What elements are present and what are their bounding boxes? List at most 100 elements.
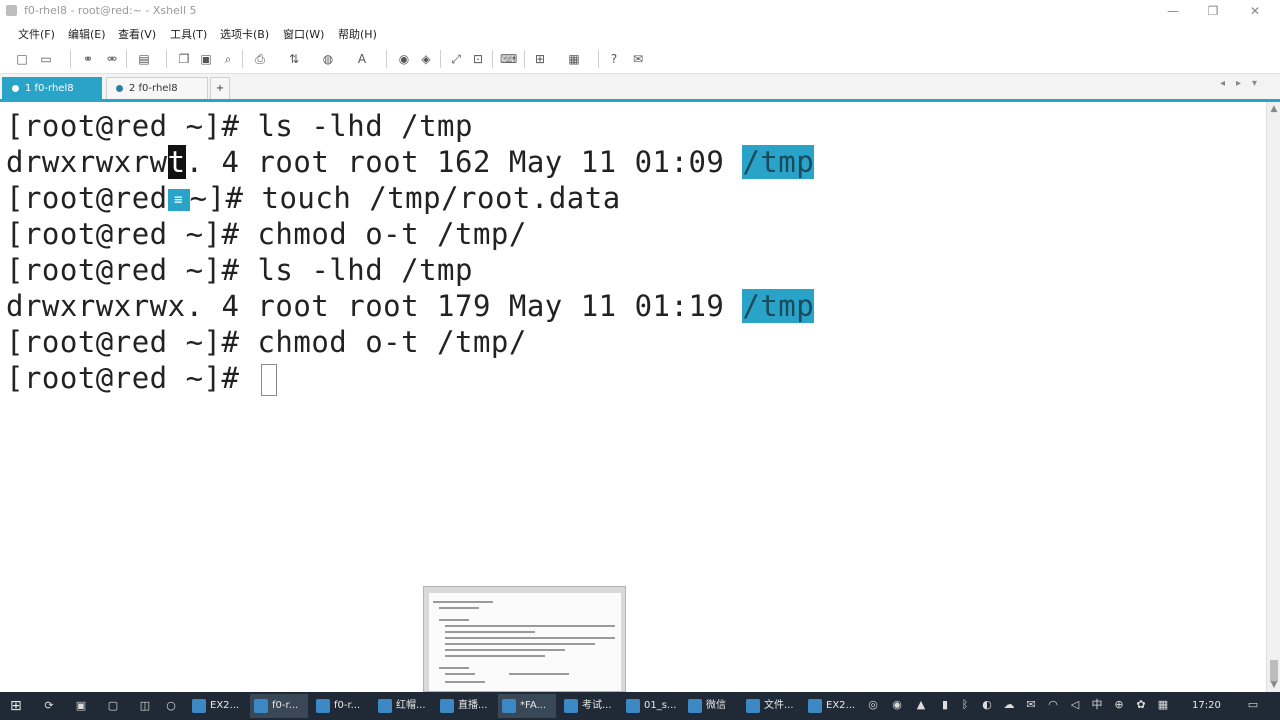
multitask-icon[interactable]: ▣ <box>74 699 88 713</box>
terminal-line: [root@red ~]# <box>6 360 278 396</box>
add-tab-button[interactable]: + <box>210 77 230 99</box>
network-icon[interactable]: ▦ <box>1156 698 1170 712</box>
tab-session-2[interactable]: 2 f0-rhel8 <box>106 77 208 99</box>
taskbar-app-button[interactable]: 红帽... <box>374 694 432 718</box>
taskbar-app-label: f0-r... <box>272 700 299 711</box>
start-button[interactable]: ⊞ <box>10 697 22 715</box>
tab-list-icon[interactable]: ▾ <box>1252 78 1257 89</box>
disconnect-icon[interactable]: ⚮ <box>104 51 120 67</box>
taskbar-app-label: 微信 <box>706 700 726 711</box>
bluetooth-icon[interactable]: ᛒ <box>958 698 972 712</box>
windows-taskbar: ⊞ ⟳ ▣ ▢ ◫ ○ EX2... f0-r... f0-r... 红帽...… <box>0 692 1280 720</box>
notes-icon[interactable]: ≡ <box>167 189 190 211</box>
taskbar-app-button[interactable]: 01_s... <box>622 694 680 718</box>
cloud-icon[interactable]: ☁ <box>1002 698 1016 712</box>
tray-app-icon[interactable]: ◉ <box>890 698 904 712</box>
volume-icon[interactable]: ◁ <box>1068 698 1082 712</box>
paste-icon[interactable]: ▣ <box>198 51 214 67</box>
open-folder-icon[interactable]: ▭ <box>38 51 54 67</box>
tray-microphone-icon[interactable]: ▮ <box>938 698 952 712</box>
script-icon[interactable]: ◈ <box>418 51 434 67</box>
tray-app-icon[interactable]: ✉ <box>1024 698 1038 712</box>
fullscreen-icon[interactable]: ⤢ <box>448 51 464 67</box>
taskbar-app-label: 文件... <box>764 700 794 711</box>
command-text: ls -lhd /tmp <box>257 253 473 287</box>
shell-prompt: [root@red ~]# <box>6 109 258 143</box>
wifi-icon[interactable]: ◠ <box>1046 698 1060 712</box>
help-icon[interactable]: ? <box>606 51 622 67</box>
lock-icon[interactable]: ⊡ <box>470 51 486 67</box>
toolbar-separator <box>492 50 493 68</box>
restore-button[interactable]: ❐ <box>1190 2 1236 20</box>
taskbar-app-button[interactable]: 微信 <box>684 694 738 718</box>
menu-window[interactable]: 窗口(W) <box>283 26 324 42</box>
new-session-icon[interactable]: □ <box>14 51 30 67</box>
terminal-line: drwxrwxrwt. 4 root root 162 May 11 01:09… <box>6 144 815 180</box>
print-icon[interactable]: ⎙ <box>252 51 268 67</box>
tray-app-icon[interactable]: ⊕ <box>1112 698 1126 712</box>
menu-help[interactable]: 帮助(H) <box>338 26 377 42</box>
tab-session-1[interactable]: 1 f0-rhel8 <box>2 77 102 99</box>
globe-icon[interactable]: ◍ <box>320 51 336 67</box>
menu-tools[interactable]: 工具(T) <box>170 26 207 42</box>
scrollbar-thumb[interactable] <box>1270 660 1278 682</box>
taskbar-app-label: 直播... <box>458 700 488 711</box>
taskbar-app-button[interactable]: 考试... <box>560 694 618 718</box>
menu-file[interactable]: 文件(F) <box>18 26 55 42</box>
tray-app-icon[interactable]: ▲ <box>914 698 928 712</box>
app-window-icon <box>192 699 206 713</box>
shell-prompt: [root@red <box>6 181 168 215</box>
tray-app-icon[interactable]: ◎ <box>866 698 880 712</box>
xftp-icon[interactable]: ◉ <box>396 51 412 67</box>
properties-icon[interactable]: ▤ <box>136 51 152 67</box>
taskbar-app-button[interactable]: f0-r... <box>250 694 308 718</box>
notification-icon[interactable]: ▭ <box>1246 698 1260 712</box>
output-text: drwxrwxrw <box>6 145 168 179</box>
tray-app-icon[interactable]: ◐ <box>980 698 994 712</box>
terminal-scrollbar[interactable]: ▲ ▼ <box>1266 102 1280 692</box>
taskbar-app-button[interactable]: *FA... <box>498 694 556 718</box>
command-text: chmod o-t /tmp/ <box>257 217 527 251</box>
tab-next-icon[interactable]: ▸ <box>1236 78 1241 89</box>
font-icon[interactable]: A <box>354 51 370 67</box>
taskbar-app-button[interactable]: 文件... <box>742 694 800 718</box>
taskbar-app-label: f0-r... <box>334 700 361 711</box>
taskbar-app-button[interactable]: EX2... <box>804 694 860 718</box>
taskbar-app-label: EX2... <box>210 700 240 711</box>
toolbar-separator <box>440 50 441 68</box>
tab-prev-icon[interactable]: ◂ <box>1220 78 1225 89</box>
toolbar-separator <box>524 50 525 68</box>
find-icon[interactable]: ⌕ <box>220 51 236 67</box>
directory-name: /tmp <box>742 289 815 323</box>
refresh-icon[interactable]: ⟳ <box>42 699 56 713</box>
app-window-icon <box>564 699 578 713</box>
tray-app-icon[interactable]: ✿ <box>1134 698 1148 712</box>
taskbar-app-button[interactable]: f0-r... <box>312 694 370 718</box>
app-icon[interactable]: ◫ <box>138 699 152 713</box>
taskbar-app-button[interactable]: EX2... <box>188 694 246 718</box>
menu-edit[interactable]: 编辑(E) <box>68 26 106 42</box>
system-clock[interactable]: 17:20 <box>1192 697 1221 715</box>
app-window-icon <box>254 699 268 713</box>
scroll-up-icon[interactable]: ▲ <box>1269 104 1279 114</box>
app-window-icon <box>440 699 454 713</box>
window-title: f0-rhel8 - root@red:~ - Xshell 5 <box>24 4 197 17</box>
taskbar-app-button[interactable]: 直播... <box>436 694 494 718</box>
terminal-area[interactable]: [root@red ~]# ls -lhd /tmp drwxrwxrwt. 4… <box>0 102 1266 692</box>
menu-view[interactable]: 查看(V) <box>118 26 156 42</box>
keyboard-icon[interactable]: ⌨ <box>500 51 517 67</box>
close-button[interactable]: ✕ <box>1232 2 1278 20</box>
connect-icon[interactable]: ⚭ <box>80 51 96 67</box>
layout-icon[interactable]: ▦ <box>566 51 582 67</box>
input-method-icon[interactable]: 中 <box>1090 698 1104 712</box>
transfer-icon[interactable]: ⇅ <box>286 51 302 67</box>
task-view-icon[interactable]: ▢ <box>106 699 120 713</box>
chat-icon[interactable]: ✉ <box>630 51 646 67</box>
add-tab-icon[interactable]: ⊞ <box>532 51 548 67</box>
copy-icon[interactable]: ❐ <box>176 51 192 67</box>
search-icon[interactable]: ○ <box>164 699 178 713</box>
scroll-down-icon[interactable]: ▼ <box>1269 680 1279 690</box>
taskbar-window-preview[interactable] <box>423 586 626 692</box>
menu-tabs[interactable]: 选项卡(B) <box>220 26 269 42</box>
taskbar-app-label: EX2... <box>826 700 856 711</box>
